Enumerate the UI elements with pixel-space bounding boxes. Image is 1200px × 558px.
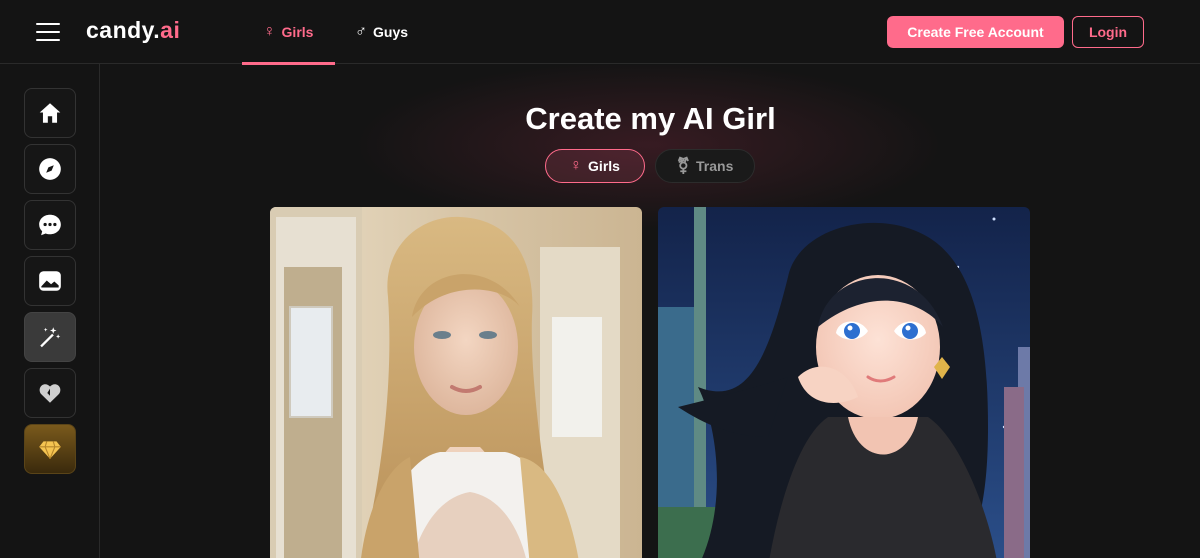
tab-girls-label: Girls <box>281 24 314 40</box>
create-free-account-button[interactable]: Create Free Account <box>887 16 1064 48</box>
logo-accent-text: ai <box>160 17 181 43</box>
tab-guys-label: Guys <box>373 24 409 40</box>
style-card-anime[interactable] <box>658 207 1030 558</box>
hamburger-menu-icon[interactable] <box>36 23 60 41</box>
gender-option-trans[interactable]: ⚧ Trans <box>655 149 755 183</box>
style-card-realistic[interactable] <box>270 207 642 558</box>
compass-icon <box>39 158 61 180</box>
logo[interactable]: candy.ai <box>86 17 180 44</box>
gender-option-girls-label: Girls <box>588 158 620 174</box>
sidebar-item-chat[interactable] <box>24 200 76 250</box>
female-icon: ♀ <box>263 23 276 40</box>
sidebar-item-create[interactable] <box>24 312 76 362</box>
diamond-icon <box>39 441 61 459</box>
login-button[interactable]: Login <box>1072 16 1144 48</box>
male-icon: ♂ <box>355 23 367 40</box>
sidebar-item-premium[interactable] <box>24 424 76 474</box>
page-title: Create my AI Girl <box>525 101 776 136</box>
sidebar <box>0 64 100 558</box>
tab-guys[interactable]: ♂ Guys <box>355 0 408 64</box>
anime-woman-image <box>658 207 1030 558</box>
transgender-icon: ⚧ <box>676 158 691 175</box>
sidebar-item-gallery[interactable] <box>24 256 76 306</box>
gender-option-trans-label: Trans <box>696 158 734 174</box>
image-icon <box>39 271 61 291</box>
heart-icon <box>39 384 61 403</box>
female-icon: ♀ <box>570 157 583 174</box>
tab-girls[interactable]: ♀ Girls <box>242 0 335 65</box>
magic-wand-icon <box>40 327 61 348</box>
realistic-woman-image <box>270 207 642 558</box>
sidebar-item-my-ai[interactable] <box>24 368 76 418</box>
logo-text: candy. <box>86 17 161 43</box>
gender-option-girls[interactable]: ♀ Girls <box>545 149 645 183</box>
chat-bubble-icon <box>39 214 61 236</box>
main-content: Create my AI Girl ♀ Girls ⚧ Trans <box>101 65 1200 558</box>
top-navigation-bar: candy.ai ♀ Girls ♂ Guys Create Free Acco… <box>0 0 1200 65</box>
home-icon <box>39 103 61 123</box>
sidebar-item-explore[interactable] <box>24 144 76 194</box>
sidebar-item-home[interactable] <box>24 88 76 138</box>
